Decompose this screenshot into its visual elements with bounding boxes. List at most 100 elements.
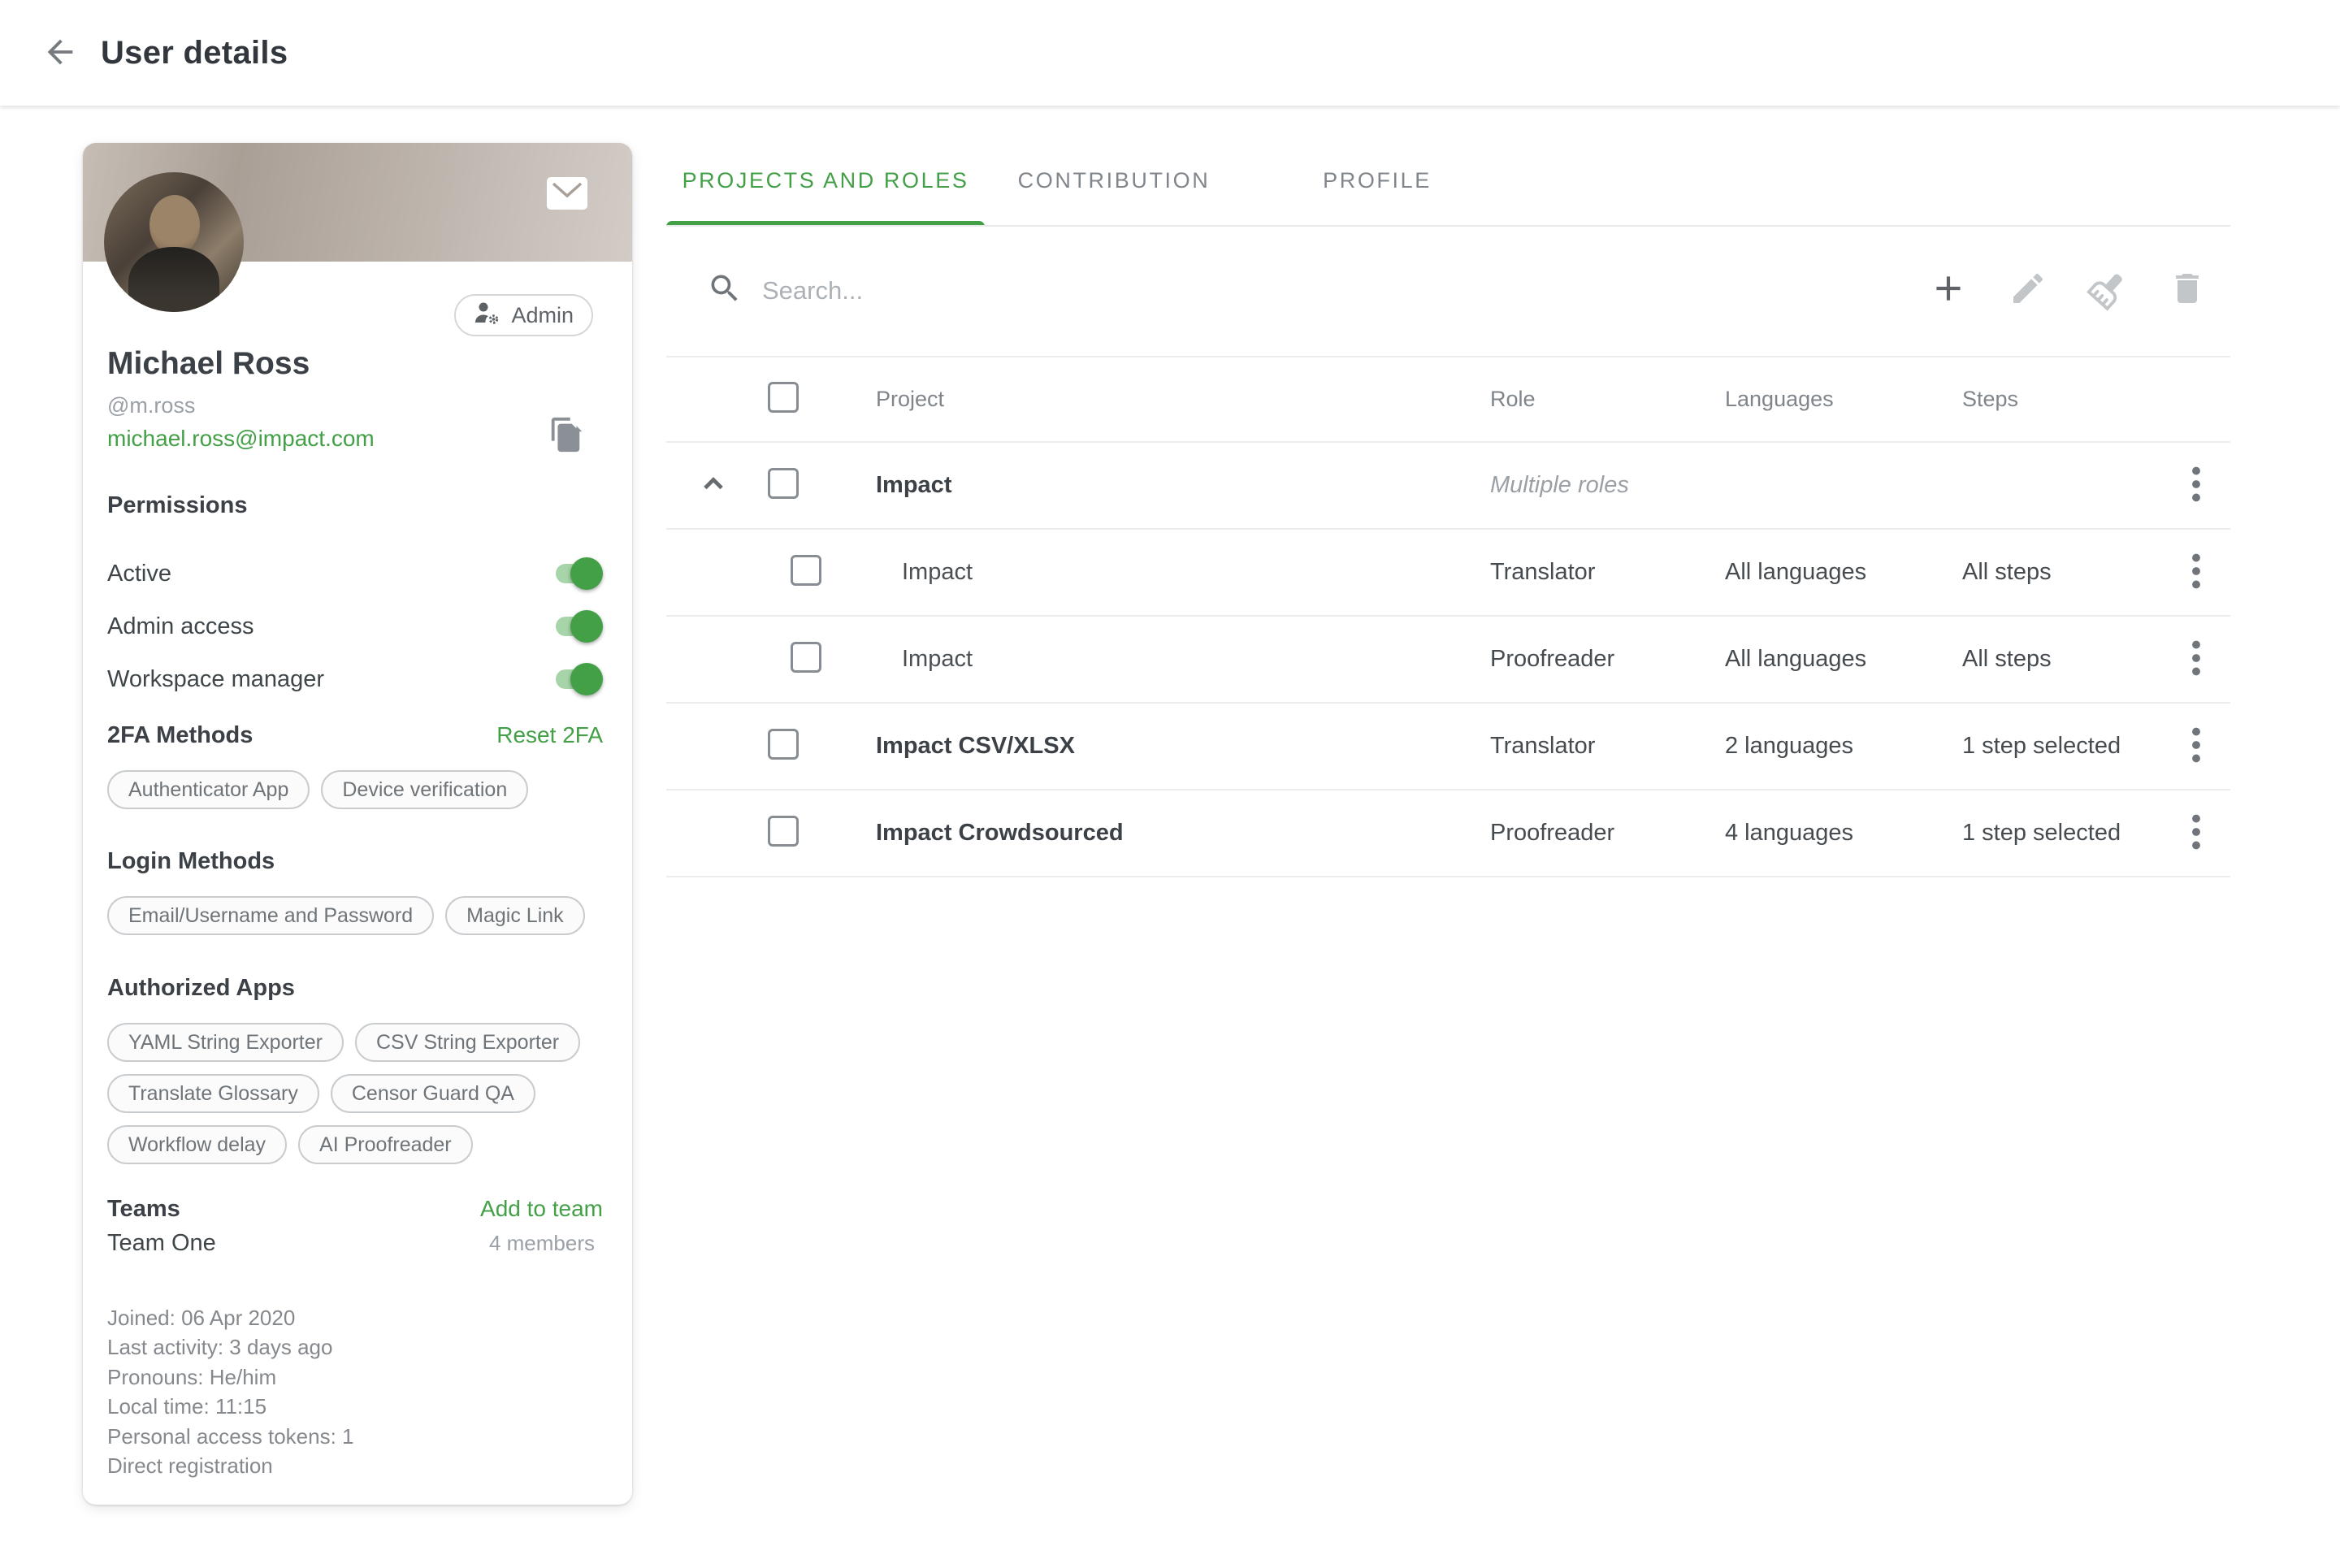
cell-project: Impact	[841, 472, 1479, 499]
login-method-chips: Email/Username and Password Magic Link	[107, 896, 611, 935]
kebab-icon	[2190, 667, 2202, 679]
table-row[interactable]: Impact CSV/XLSX Translator 2 languages 1…	[666, 704, 2230, 790]
user-meta-line: Direct registration	[107, 1451, 354, 1480]
team-row[interactable]: Team One 4 members	[107, 1230, 603, 1257]
permission-label: Active	[107, 561, 171, 587]
page-title: User details	[101, 35, 288, 71]
select-all-checkbox[interactable]	[768, 382, 799, 413]
authorized-app-chip: Censor Guard QA	[331, 1074, 535, 1113]
column-header-project: Project	[841, 387, 1479, 412]
table-body: Impact Multiple roles	[666, 443, 2230, 877]
cell-role: Translator	[1479, 559, 1714, 586]
user-name: Michael Ross	[107, 346, 310, 382]
kebab-icon	[2190, 580, 2202, 592]
app-bar: User details	[0, 0, 2340, 106]
login-method-chip: Email/Username and Password	[107, 896, 434, 935]
cell-languages: All languages	[1714, 646, 1950, 673]
user-email-link[interactable]: michael.ross@impact.com	[107, 426, 375, 452]
permission-toggle[interactable]	[551, 610, 603, 643]
clear-roles-button[interactable]	[2082, 264, 2133, 314]
team-members-count: 4 members	[489, 1231, 603, 1256]
edit-button[interactable]	[2003, 264, 2053, 314]
toggle-thumb	[570, 610, 603, 643]
twofa-heading: 2FA Methods	[107, 722, 253, 749]
cell-languages: 2 languages	[1714, 733, 1950, 760]
authorized-app-chip: CSV String Exporter	[355, 1023, 580, 1062]
row-menu-button[interactable]	[2186, 548, 2207, 597]
tab[interactable]: PROFILE	[1243, 135, 1511, 227]
authorized-app-chip: Translate Glossary	[107, 1074, 319, 1113]
cell-languages: 4 languages	[1714, 820, 1950, 847]
reset-2fa-link[interactable]: Reset 2FA	[496, 722, 603, 748]
user-meta-line: Local time: 11:15	[107, 1392, 354, 1421]
back-button[interactable]	[34, 27, 86, 79]
permission-row: Admin access	[107, 600, 608, 653]
row-checkbox[interactable]	[768, 468, 799, 499]
permission-row: Active	[107, 548, 608, 600]
permission-toggle[interactable]	[551, 557, 603, 590]
add-button[interactable]	[1923, 264, 1974, 314]
cell-role: Translator	[1479, 733, 1714, 760]
twofa-chip: Authenticator App	[107, 770, 310, 809]
send-email-button[interactable]	[544, 174, 590, 214]
copy-email-button[interactable]	[544, 413, 587, 458]
avatar	[104, 172, 244, 312]
tab[interactable]: PROJECTS AND ROLES	[666, 135, 985, 227]
tab-bar: PROJECTS AND ROLES CONTRIBUTION PROFILE	[666, 106, 2230, 227]
tab[interactable]: CONTRIBUTION	[985, 135, 1243, 227]
table-row[interactable]: Impact Multiple roles	[666, 443, 2230, 530]
admin-badge-label: Admin	[511, 303, 574, 328]
toggle-thumb	[570, 663, 603, 695]
permissions-heading: Permissions	[107, 492, 247, 519]
permission-toggle[interactable]	[551, 663, 603, 695]
row-menu-button[interactable]	[2186, 721, 2207, 771]
user-meta-line: Personal access tokens: 1	[107, 1422, 354, 1451]
collapse-row-button[interactable]	[694, 466, 733, 505]
authorized-app-chips: YAML String Exporter CSV String Exporter T…	[107, 1023, 611, 1164]
cell-project: Impact	[841, 646, 1479, 673]
admin-badge: Admin	[454, 294, 593, 336]
cell-role: Multiple roles	[1479, 472, 1714, 499]
table-row[interactable]: Impact Crowdsourced Proofreader 4 langua…	[666, 790, 2230, 877]
column-header-role: Role	[1479, 387, 1714, 412]
pencil-icon	[2008, 269, 2048, 310]
authorized-app-chip: YAML String Exporter	[107, 1023, 344, 1062]
trash-icon	[2168, 269, 2207, 310]
row-checkbox[interactable]	[791, 642, 821, 673]
kebab-icon	[2190, 493, 2202, 505]
delete-button[interactable]	[2162, 264, 2212, 314]
team-name: Team One	[107, 1230, 216, 1257]
add-to-team-link[interactable]: Add to team	[480, 1196, 603, 1222]
row-checkbox[interactable]	[768, 816, 799, 847]
user-meta-line: Last activity: 3 days ago	[107, 1332, 354, 1362]
cell-project: Impact	[841, 559, 1479, 586]
search-icon	[707, 271, 743, 310]
teams-heading: Teams	[107, 1196, 180, 1223]
plus-icon	[1928, 268, 1969, 311]
projects-table: Project Role Languages Steps	[666, 356, 2230, 877]
cell-languages: All languages	[1714, 559, 1950, 586]
search-input[interactable]	[760, 275, 1495, 306]
row-menu-button[interactable]	[2186, 461, 2207, 510]
row-menu-button[interactable]	[2186, 635, 2207, 684]
cell-steps: 1 step selected	[1950, 733, 2161, 760]
user-card: Admin Michael Ross @m.ross michael.ross@…	[83, 143, 632, 1505]
copy-icon	[547, 445, 584, 457]
chevron-up-icon	[696, 492, 731, 505]
table-row[interactable]: Impact Proofreader All languages All ste…	[666, 617, 2230, 704]
authorized-app-chip: Workflow delay	[107, 1125, 287, 1164]
tab-label: PROJECTS AND ROLES	[682, 168, 969, 193]
tab-label: PROFILE	[1323, 168, 1432, 193]
login-method-chip: Magic Link	[445, 896, 585, 935]
row-checkbox[interactable]	[768, 729, 799, 760]
row-checkbox[interactable]	[791, 555, 821, 586]
table-row[interactable]: Impact Translator All languages All step…	[666, 530, 2230, 617]
twofa-chips: Authenticator App Device verification	[107, 770, 611, 809]
toggle-thumb	[570, 557, 603, 590]
user-meta-line: Pronouns: He/him	[107, 1362, 354, 1392]
column-header-steps: Steps	[1950, 387, 2161, 412]
row-menu-button[interactable]	[2186, 808, 2207, 858]
permission-row: Workspace manager	[107, 653, 608, 706]
twofa-chip: Device verification	[321, 770, 528, 809]
table-header-row: Project Role Languages Steps	[666, 356, 2230, 443]
